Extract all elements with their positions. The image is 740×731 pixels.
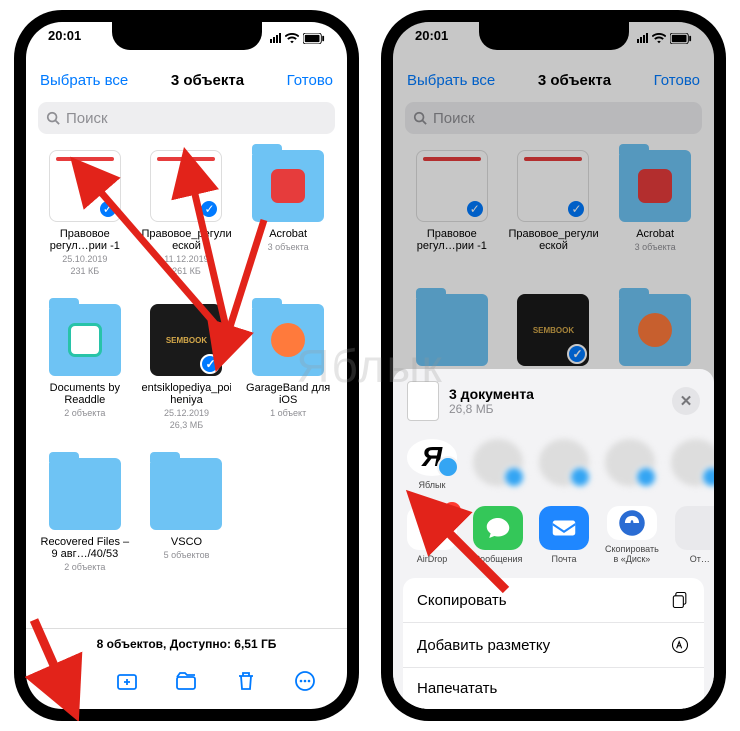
- annotation-arrow: [381, 10, 726, 721]
- annotation-arrow: [14, 10, 359, 721]
